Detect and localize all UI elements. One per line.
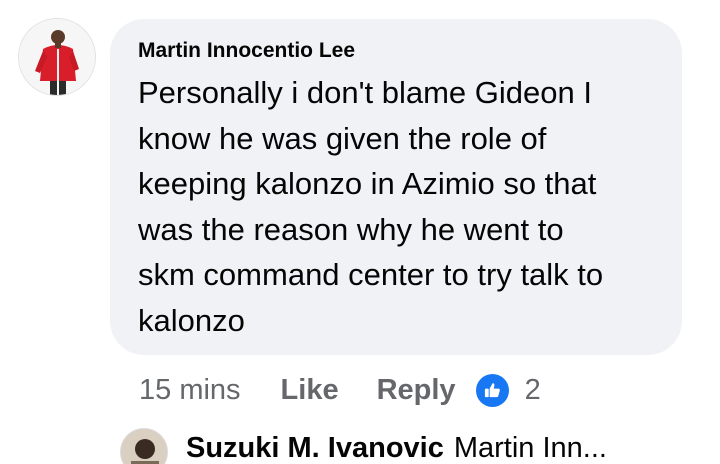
reply-author-name[interactable]: Suzuki M. Ivanovic: [186, 432, 444, 464]
person-photo-icon: [19, 19, 95, 95]
comment-timestamp[interactable]: 15 mins: [139, 374, 241, 407]
person-photo-icon: [121, 429, 167, 464]
reply-author-avatar[interactable]: [120, 428, 168, 464]
comment-author-name[interactable]: Martin Innocentio Lee: [138, 38, 654, 64]
comment-text: Personally i don't blame Gideon I know h…: [138, 75, 604, 338]
comment-thread: Martin Innocentio Lee Personally i don't…: [0, 0, 720, 464]
thumbs-up-icon[interactable]: [475, 373, 509, 407]
comment-bubble: Martin Innocentio Lee Personally i don't…: [110, 19, 682, 355]
comment-actions: 15 mins Like Reply 2: [139, 370, 541, 410]
reply-snippet: Martin Inn...: [453, 432, 607, 464]
like-button[interactable]: Like: [281, 374, 339, 407]
thumbs-up-glyph: [484, 382, 500, 397]
reply-button[interactable]: Reply: [377, 374, 456, 407]
reaction-count[interactable]: 2: [525, 374, 541, 407]
reply-preview[interactable]: Suzuki M. Ivanovic Martin Inn...: [186, 432, 607, 464]
commenter-avatar[interactable]: [18, 18, 96, 96]
